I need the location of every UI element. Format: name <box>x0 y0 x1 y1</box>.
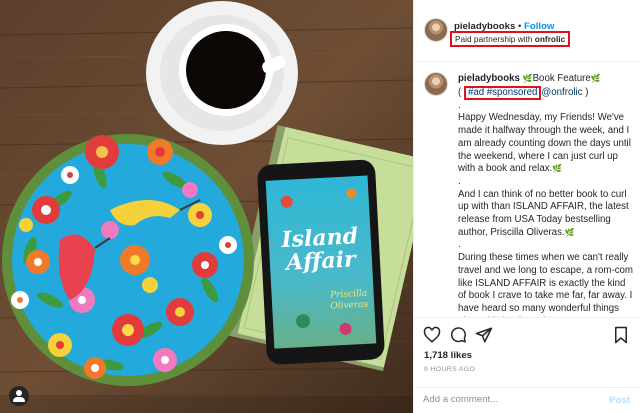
caption-paragraph-2: And I can think of no better book to cur… <box>458 188 629 238</box>
leaf-emoji: 🌿 <box>522 74 533 83</box>
paid-partnership-label[interactable]: Paid partnership with onfrolic <box>450 31 571 47</box>
partnership-prefix: Paid partnership with <box>455 34 533 44</box>
post-side-panel: pieladybooks • Follow Paid partnership w… <box>413 0 640 413</box>
book-author-line2: Oliveras <box>330 300 369 312</box>
post-photo[interactable]: Island Affair Priscilla Oliveras <box>0 0 413 413</box>
mention-link[interactable]: @onfrolic <box>541 87 582 98</box>
caption-dot: . <box>458 175 461 187</box>
post-comment-button[interactable]: Post <box>609 395 630 406</box>
comment-input[interactable] <box>423 394 583 405</box>
caption-title: Book Feature <box>532 73 591 84</box>
book-author-line1: Priscilla <box>329 289 367 301</box>
comment-bar: Post <box>414 387 640 413</box>
caption-dot: . <box>458 99 461 111</box>
share-icon[interactable] <box>475 326 493 344</box>
leaf-emoji: 🌿 <box>552 164 563 174</box>
leaf-emoji: 🌿 <box>564 227 575 237</box>
caption-dot: . <box>458 239 461 251</box>
caption-paragraph-1: Happy Wednesday, my Friends! We've made … <box>458 112 631 175</box>
post-actions: 1,718 likes 9 HOURS AGO Post <box>414 317 640 413</box>
comment-icon[interactable] <box>449 326 467 344</box>
avatar[interactable] <box>424 18 448 42</box>
book-title-line2: Affair <box>284 246 358 276</box>
leaf-emoji: 🌿 <box>590 74 601 83</box>
caption-username[interactable]: pieladybooks <box>458 73 520 84</box>
ad-sponsored-tags[interactable]: #ad #sponsored <box>463 85 542 100</box>
caption-paragraph-3: During these times when we can't really … <box>458 252 633 317</box>
close-paren: ) <box>585 86 589 98</box>
partner-name-link[interactable]: onfrolic <box>535 34 565 44</box>
caption-avatar[interactable] <box>424 72 448 96</box>
post-image: Island Affair Priscilla Oliveras <box>0 0 413 413</box>
user-tag-icon[interactable] <box>9 386 29 406</box>
caption: pieladybooks 🌿Book Feature🌿 ( #ad #spons… <box>458 73 636 317</box>
caption-scroll-area[interactable]: pieladybooks 🌿Book Feature🌿 ( #ad #spons… <box>414 62 640 317</box>
likes-count[interactable]: 1,718 likes <box>424 350 472 361</box>
post-timestamp[interactable]: 9 HOURS AGO <box>424 366 475 373</box>
bookmark-icon[interactable] <box>612 326 630 344</box>
post-header: pieladybooks • Follow Paid partnership w… <box>414 0 640 62</box>
heart-icon[interactable] <box>423 326 441 344</box>
open-paren: ( <box>458 86 462 98</box>
